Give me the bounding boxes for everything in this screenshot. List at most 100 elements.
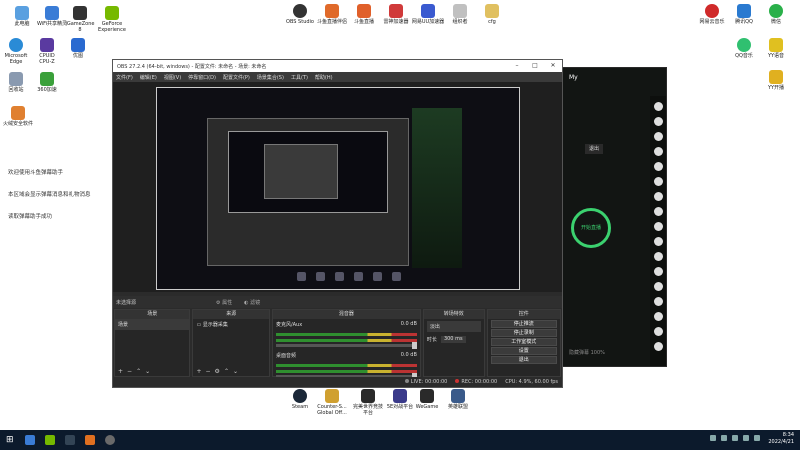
minimize-icon[interactable]: – [508,60,526,72]
desktop-icon[interactable]: 火绒安全软件 [0,106,40,128]
sidebar-tool-icon[interactable] [653,192,663,201]
gear-icon[interactable]: ⚙ [215,368,220,375]
desktop-icon[interactable]: 英雄联盟 [436,389,480,411]
nested-icon [392,272,401,281]
desktop-icon-label: YY语音 [767,53,785,59]
desktop-icon[interactable]: GeForce Experience [90,6,134,34]
sidebar-tool-icon[interactable] [653,252,663,261]
remove-icon[interactable]: − [206,368,211,375]
douyu-icon [325,4,339,18]
channel-db: 0.0 dB [400,352,417,358]
menu-scene-collection[interactable]: 场景集合(S) [257,74,284,81]
sidebar-tool-icon[interactable] [653,312,663,321]
network-icon[interactable] [732,435,738,441]
mixer-channel: 麦克风/Aux 0.0 dB [273,319,420,330]
studio-mode-button[interactable]: 工作室模式 [490,338,557,346]
obs-statusbar: LIVE: 00:00:00 REC: 00:00:00 CPU: 4.9%, … [113,377,562,387]
menu-edit[interactable]: 编辑(E) [140,74,157,81]
csgo-icon [325,389,339,403]
settings-button[interactable]: 设置 [490,347,557,355]
up-icon[interactable]: ⌃ [224,368,229,375]
sidebar-tool-icon[interactable] [653,237,663,246]
volume-icon[interactable] [743,435,749,441]
start-live-button[interactable]: 开始直播 [571,208,611,248]
sidebar-tool-icon[interactable] [653,147,663,156]
ime-icon[interactable] [754,435,760,441]
duration-input[interactable]: 300 ms [440,336,466,343]
sidebar-tool-icon[interactable] [653,102,663,111]
yy-live-icon [769,70,783,84]
stop-streaming-button[interactable]: 停止推流 [490,320,557,328]
desktop-icon-label: 360加速 [37,87,57,93]
desktop-icon[interactable]: YY语音 [754,38,798,60]
obs-preview[interactable] [113,82,562,292]
menu-view[interactable]: 视图(V) [164,74,181,81]
menu-profile[interactable]: 配置文件(P) [223,74,250,81]
start-icon[interactable]: ⊞ [6,435,14,445]
up-icon[interactable]: ⌃ [136,368,141,375]
desktop-icon[interactable]: 优图 [56,38,100,60]
nested-icon [373,272,382,281]
sidebar-tool-icon[interactable] [653,297,663,306]
desktop-icon[interactable]: cfg [470,4,514,26]
menu-tools[interactable]: 工具(T) [291,74,308,81]
controls-header: 控件 [487,310,560,319]
sidebar-tool-icon[interactable] [653,327,663,336]
sidebar-tool-icon[interactable] [653,132,663,141]
clock[interactable]: 8:34 2022/4/21 [768,432,794,446]
computer-icon [15,6,29,20]
filters-button[interactable]: ◐ 滤镜 [244,299,260,306]
sidebar-tool-icon[interactable] [653,282,663,291]
sidebar-tool-icon[interactable] [653,117,663,126]
desktop-icon[interactable]: YY开播 [754,70,798,92]
streaming-app-window[interactable]: My 退出 开始直播 隐藏弹幕 100% [562,67,667,367]
properties-button[interactable]: ⚙ 属性 [216,299,232,306]
lol-icon [451,389,465,403]
exit-button[interactable]: 退出 [490,356,557,364]
remove-icon[interactable]: − [127,368,132,375]
desktop-icon-label: 此电脑 [14,21,30,27]
obs-window[interactable]: OBS 27.2.4 (64-bit, windows) - 配置文件: 未命名… [112,59,563,388]
volume-slider[interactable] [275,342,417,349]
maximize-icon[interactable]: □ [526,60,544,72]
obs-titlebar[interactable]: OBS 27.2.4 (64-bit, windows) - 配置文件: 未命名… [113,60,562,72]
menu-docks[interactable]: 停靠窗口(D) [188,74,216,81]
sidebar-tool-icon[interactable] [653,267,663,276]
desktop-icon-label: cfg [488,19,496,25]
down-icon[interactable]: ⌄ [145,368,150,375]
desktop-icon[interactable]: 360加速 [25,72,69,94]
transition-select[interactable]: 淡出 [426,321,481,332]
volume-slider-handle[interactable] [411,342,417,349]
volume-meter [275,364,417,367]
taskbar-app-icon[interactable] [44,435,55,445]
desktop-icon-label: 优图 [72,53,83,59]
source-item[interactable]: ▭ 显示器采集 [193,319,268,330]
streaming-app-exit-button[interactable]: 退出 [585,144,603,154]
leishen-icon [389,4,403,18]
live-status-text: LIVE: 00:00:00 [410,379,448,385]
tray-icon[interactable] [710,435,716,441]
down-icon[interactable]: ⌄ [233,368,238,375]
tray-icon[interactable] [721,435,727,441]
desktop-icon-label: Microsoft Edge [4,53,28,65]
taskbar-obs-icon[interactable] [104,435,115,445]
add-icon[interactable]: + [118,368,123,375]
taskbar-app-icon[interactable] [84,435,95,445]
taskbar-edge-icon[interactable] [24,435,35,445]
desktop-icon-label: 英雄联盟 [447,404,468,410]
menu-help[interactable]: 帮助(H) [315,74,333,81]
scene-item[interactable]: 场景 [115,319,190,330]
add-icon[interactable]: + [196,368,201,375]
menu-file[interactable]: 文件(F) [116,74,133,81]
sidebar-tool-icon[interactable] [653,222,663,231]
desktop-icon[interactable]: 微信 [754,4,798,26]
stop-recording-button[interactable]: 停止录制 [490,329,557,337]
close-icon[interactable]: ✕ [544,60,562,72]
sidebar-tool-icon[interactable] [653,177,663,186]
sidebar-tool-icon[interactable] [653,207,663,216]
streaming-app-title: My [569,73,578,81]
channel-name: 麦克风/Aux [275,322,303,328]
sidebar-tool-icon[interactable] [653,342,663,351]
sidebar-tool-icon[interactable] [653,162,663,171]
taskbar-app-icon[interactable] [64,435,75,445]
